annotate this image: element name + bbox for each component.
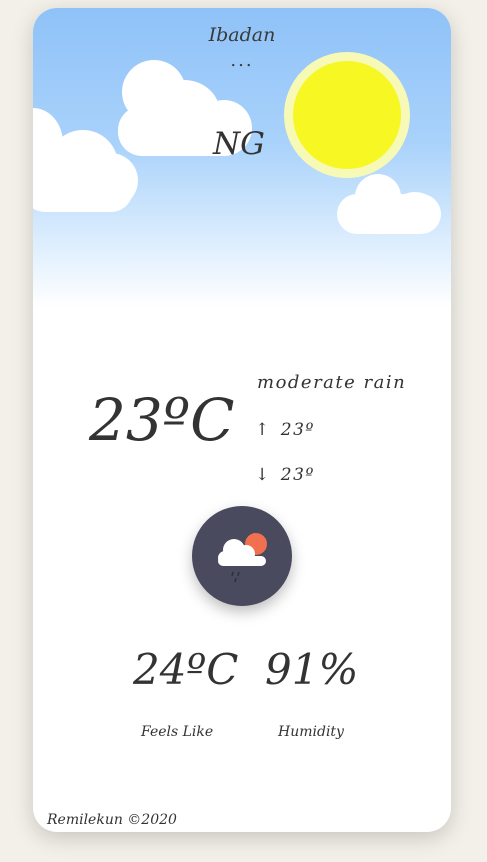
weather-description: moderate rain (257, 372, 407, 393)
arrow-up-icon: ↑ (255, 420, 271, 440)
sky-background: Ibadan ... NG (33, 8, 451, 308)
low-temperature-value: 23º (280, 465, 315, 485)
weather-card: Ibadan ... NG 23ºC moderate rain ↑ 23º ↓ 2… (33, 8, 451, 832)
feels-like-label: Feels Like (141, 724, 214, 740)
low-temperature: ↓ 23º (255, 465, 315, 485)
humidity-label: Humidity (278, 724, 344, 740)
high-temperature-value: 23º (280, 420, 315, 440)
humidity-value: 91% (265, 645, 359, 694)
current-temperature: 23ºC (89, 386, 235, 454)
country-code: NG (213, 126, 265, 162)
arrow-down-icon: ↓ (255, 465, 271, 485)
high-temperature: ↑ 23º (255, 420, 315, 440)
cloud-sun-rain-icon (218, 533, 267, 583)
weather-condition-badge (192, 506, 292, 606)
city-name: Ibadan (208, 24, 276, 46)
cloud-right (337, 174, 441, 234)
footer-credit: Remilekun ©2020 (47, 812, 177, 828)
more-options-icon[interactable]: ... (33, 50, 451, 71)
feels-like-value: 24ºC (133, 645, 239, 694)
